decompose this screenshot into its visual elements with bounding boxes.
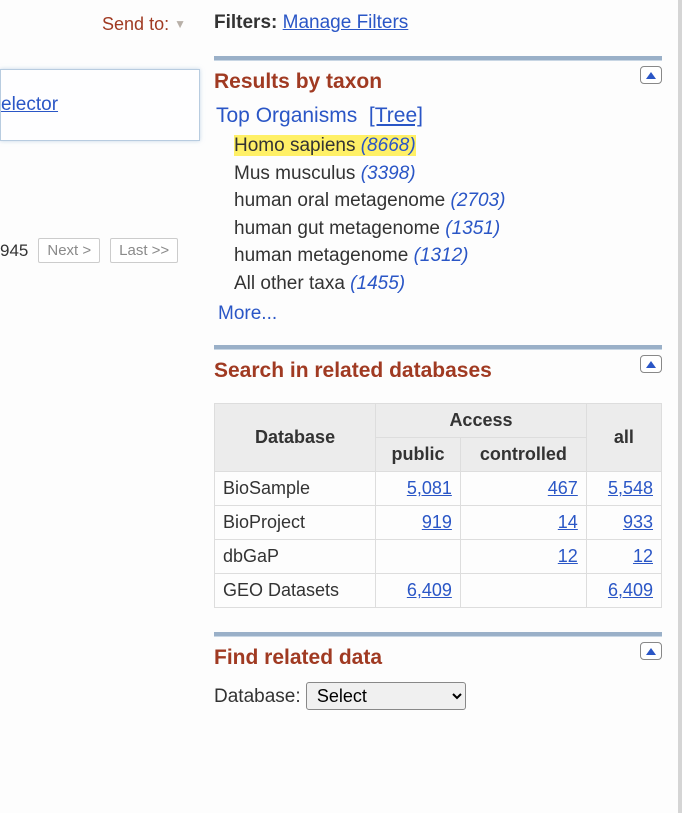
db-count-link[interactable]: 12 <box>633 546 653 566</box>
db-all-cell: 5,548 <box>586 472 661 506</box>
db-count-link[interactable]: 6,409 <box>407 580 452 600</box>
pager-last[interactable]: Last >> <box>110 238 178 263</box>
taxon-count: (8668) <box>361 135 416 156</box>
db-count-link[interactable]: 5,081 <box>407 478 452 498</box>
collapse-button[interactable] <box>640 66 662 84</box>
send-to-label: Send to: <box>102 14 169 34</box>
db-count-link[interactable]: 919 <box>422 512 452 532</box>
taxon-item[interactable]: Mus musculus (3398) <box>234 160 662 188</box>
db-public-cell: 6,409 <box>376 574 461 608</box>
taxon-name: Mus musculus <box>234 163 361 184</box>
taxon-title: Results by taxon <box>214 70 382 93</box>
db-count-link[interactable]: 6,409 <box>608 580 653 600</box>
related-db-table: Database Access all public controlled Bi… <box>214 403 662 608</box>
col-all: all <box>586 404 661 472</box>
col-database: Database <box>215 404 376 472</box>
db-all-cell: 12 <box>586 540 661 574</box>
taxon-count: (2703) <box>451 190 506 211</box>
db-count-link[interactable]: 12 <box>558 546 578 566</box>
db-name-cell: BioProject <box>215 506 376 540</box>
db-name-cell: dbGaP <box>215 540 376 574</box>
taxon-name: human gut metagenome <box>234 218 445 239</box>
taxon-name: human metagenome <box>234 245 414 266</box>
taxon-item[interactable]: human metagenome (1312) <box>234 242 662 270</box>
selector-link[interactable]: elector <box>1 94 58 115</box>
db-all-cell: 6,409 <box>586 574 661 608</box>
top-organisms-label: Top Organisms <box>216 104 357 127</box>
taxon-list: Homo sapiens (8668)Mus musculus (3398)hu… <box>214 132 662 297</box>
db-controlled-cell <box>460 574 586 608</box>
database-label: Database: <box>214 686 301 707</box>
col-access: Access <box>376 404 587 438</box>
filters-label: Filters: <box>214 12 277 33</box>
taxon-item[interactable]: All other taxa (1455) <box>234 270 662 298</box>
db-count-link[interactable]: 933 <box>623 512 653 532</box>
db-all-cell: 933 <box>586 506 661 540</box>
db-count-link[interactable]: 467 <box>548 478 578 498</box>
db-controlled-cell: 12 <box>460 540 586 574</box>
col-controlled: controlled <box>460 438 586 472</box>
collapse-button[interactable] <box>640 355 662 373</box>
pager: 945 Next > Last >> <box>0 238 178 263</box>
db-public-cell <box>376 540 461 574</box>
triangle-up-icon <box>646 648 656 655</box>
db-public-cell: 919 <box>376 506 461 540</box>
send-to-dropdown[interactable]: Send to: ▼ <box>0 14 200 35</box>
more-link[interactable]: More... <box>218 303 277 325</box>
db-name-cell: GEO Datasets <box>215 574 376 608</box>
taxon-count: (1351) <box>445 218 500 239</box>
selector-panel: elector <box>0 69 200 141</box>
filters-line: Filters: Manage Filters <box>214 12 662 34</box>
table-row: GEO Datasets 6,409 6,409 <box>215 574 662 608</box>
find-related-row: Database: Select <box>214 682 662 710</box>
db-public-cell: 5,081 <box>376 472 461 506</box>
taxon-item[interactable]: human oral metagenome (2703) <box>234 187 662 215</box>
collapse-button[interactable] <box>640 642 662 660</box>
top-organisms-line: Top Organisms [Tree] <box>216 104 662 128</box>
db-name-cell: BioSample <box>215 472 376 506</box>
related-db-title: Search in related databases <box>214 359 492 382</box>
col-public: public <box>376 438 461 472</box>
db-controlled-cell: 467 <box>460 472 586 506</box>
find-related-heading: Find related data <box>214 636 662 676</box>
taxon-count: (3398) <box>361 163 416 184</box>
related-db-heading: Search in related databases <box>214 349 662 389</box>
table-row: BioSample 5,081 467 5,548 <box>215 472 662 506</box>
triangle-up-icon <box>646 361 656 368</box>
taxon-count: (1455) <box>350 273 405 294</box>
db-count-link[interactable]: 14 <box>558 512 578 532</box>
tree-link[interactable]: [Tree] <box>369 104 423 127</box>
table-row: dbGaP 12 12 <box>215 540 662 574</box>
taxon-item[interactable]: human gut metagenome (1351) <box>234 215 662 243</box>
table-row: BioProject 919 14 933 <box>215 506 662 540</box>
results-by-taxon-heading: Results by taxon <box>214 60 662 100</box>
pager-total: 945 <box>0 241 28 261</box>
db-controlled-cell: 14 <box>460 506 586 540</box>
db-count-link[interactable]: 5,548 <box>608 478 653 498</box>
taxon-name: human oral metagenome <box>234 190 451 211</box>
find-related-title: Find related data <box>214 646 382 669</box>
triangle-up-icon <box>646 72 656 79</box>
taxon-item[interactable]: Homo sapiens (8668) <box>234 132 662 160</box>
taxon-count: (1312) <box>414 245 469 266</box>
taxon-name: Homo sapiens <box>234 135 361 156</box>
chevron-down-icon: ▼ <box>174 17 186 31</box>
manage-filters-link[interactable]: Manage Filters <box>283 12 409 33</box>
taxon-name: All other taxa <box>234 273 350 294</box>
pager-next[interactable]: Next > <box>38 238 100 263</box>
database-select[interactable]: Select <box>306 682 466 710</box>
